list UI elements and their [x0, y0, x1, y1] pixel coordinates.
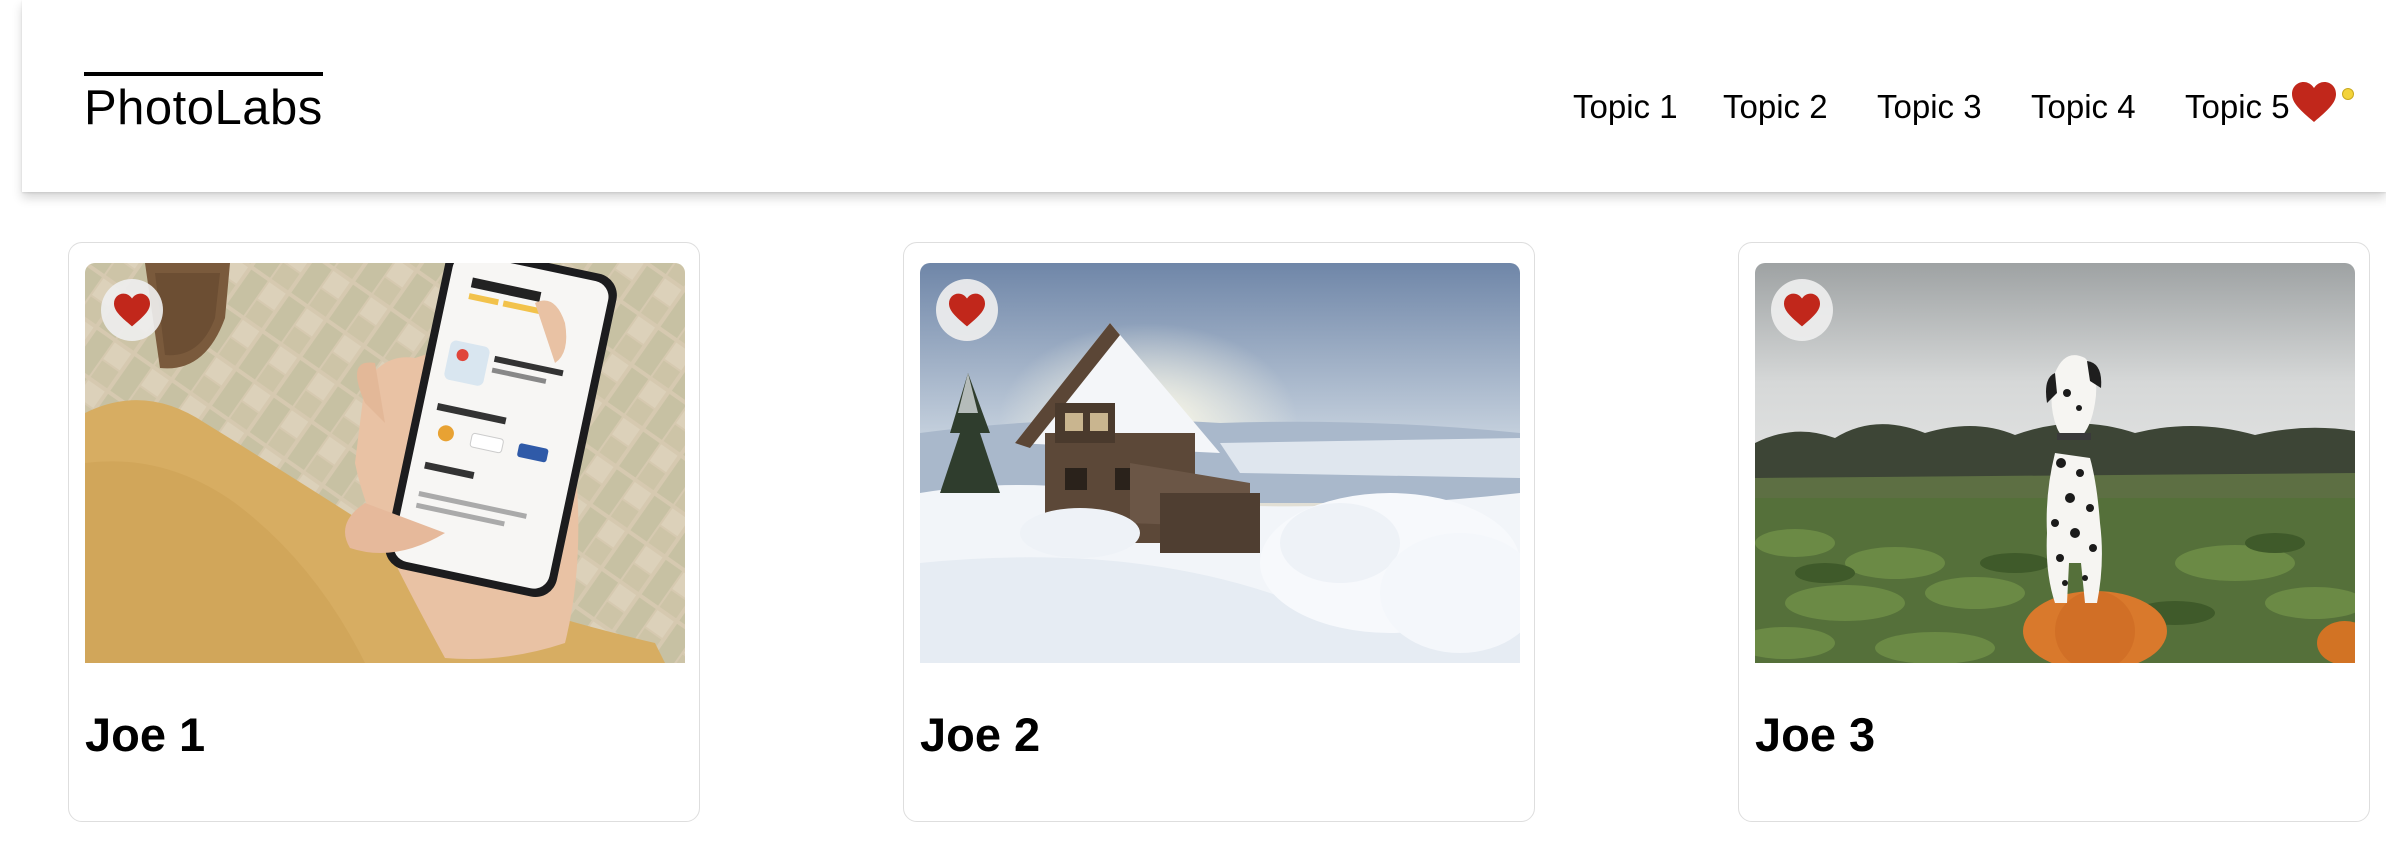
- topic-item-5[interactable]: Topic 5: [2185, 84, 2290, 130]
- photo-title-2: Joe 2: [920, 708, 1041, 761]
- photo-card-2[interactable]: Joe 2: [903, 242, 1535, 822]
- notification-dot: [2342, 88, 2354, 100]
- logo[interactable]: PhotoLabs: [84, 72, 323, 133]
- favourite-button-1[interactable]: [101, 279, 163, 341]
- photo-card-3[interactable]: Joe 3: [1738, 242, 2370, 822]
- favourite-button-3[interactable]: [1771, 279, 1833, 341]
- topic-item-2[interactable]: Topic 2: [1723, 84, 1828, 130]
- photo-card-1[interactable]: Joe 1: [68, 242, 700, 822]
- heart-icon: [949, 293, 985, 327]
- photo-image-1[interactable]: [85, 263, 685, 663]
- photo-image-2[interactable]: [920, 263, 1520, 663]
- photo-title-1: Joe 1: [85, 708, 206, 761]
- topic-item-1[interactable]: Topic 1: [1573, 84, 1678, 130]
- heart-icon: [114, 293, 150, 327]
- favourite-button-2[interactable]: [936, 279, 998, 341]
- favourites-heart-icon[interactable]: [2290, 80, 2338, 124]
- topic-item-3[interactable]: Topic 3: [1877, 84, 1982, 130]
- photo-image-3[interactable]: [1755, 263, 2355, 663]
- photo-title-3: Joe 3: [1755, 708, 1876, 761]
- topic-item-4[interactable]: Topic 4: [2031, 84, 2136, 130]
- heart-icon: [1784, 293, 1820, 327]
